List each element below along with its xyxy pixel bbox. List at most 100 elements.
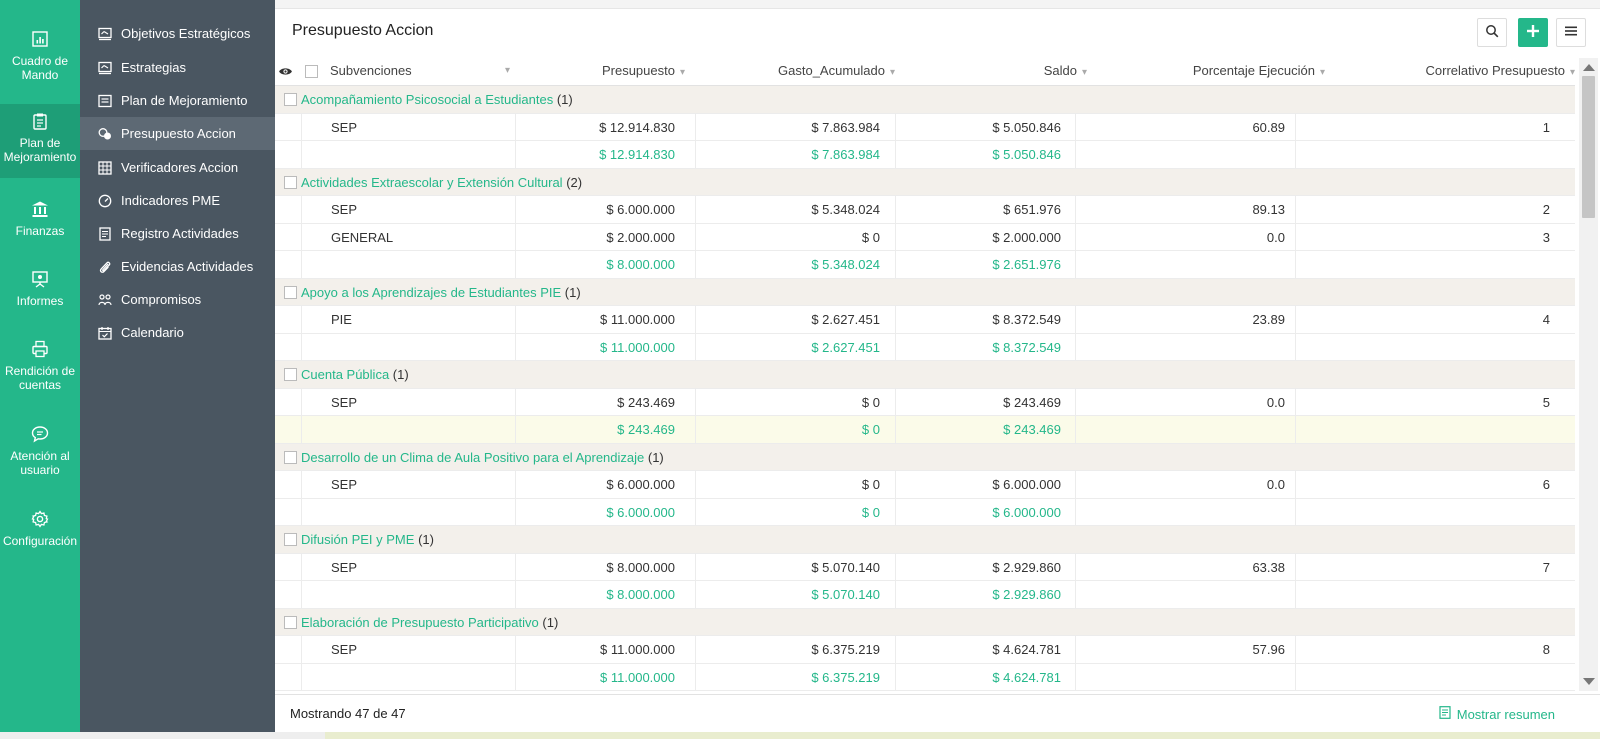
group-name[interactable]: Cuenta Pública [301,367,389,382]
vertical-scrollbar[interactable] [1579,58,1598,691]
group-name[interactable]: Difusión PEI y PME [301,532,414,547]
cell-subvencion: SEP [331,559,358,575]
show-summary-link[interactable]: Mostrar resumen [1439,706,1555,722]
scroll-down-arrow-icon[interactable] [1583,678,1595,685]
column-header-subvenciones[interactable]: Subvenciones [330,56,412,86]
column-header-gasto-acumulado[interactable]: Gasto_Acumulado ▾ [735,56,895,86]
total-saldo: $ 243.469 [1003,422,1061,437]
cell-correlativo: 7 [1542,559,1550,575]
group-row[interactable]: Cuenta Pública (1) [275,361,1575,389]
table-row[interactable]: SEP $ 8.000.000 $ 5.070.140 $ 2.929.860 … [275,553,1575,581]
cell-presupuesto: $ 11.000.000 [600,312,675,327]
clipboard-icon [31,112,49,130]
cell-correlativo: 2 [1542,202,1550,217]
coins-icon [97,126,113,142]
chevron-down-icon[interactable]: ▾ [505,56,510,86]
page-title: Presupuesto Accion [292,22,434,39]
rail-item-label: Atención al usuario [10,449,70,477]
nav-item-indicadores-pme[interactable]: Indicadores PME [80,184,275,217]
group-checkbox[interactable] [284,450,297,464]
total-saldo: $ 4.624.781 [992,669,1061,685]
board-icon [97,26,113,42]
nav-item-calendario[interactable]: Calendario [80,316,275,349]
nav-item-registro-actividades[interactable]: Registro Actividades [80,217,275,250]
group-checkbox[interactable] [284,533,297,546]
cell-saldo: $ 6.000.000 [992,477,1061,492]
table-row[interactable]: SEP $ 6.000.000 $ 0 $ 6.000.000 0.0 6 [275,471,1575,499]
rail-item-rendicion-de-cuentas[interactable]: Rendición de cuentas [0,340,80,392]
nav-item-presupuesto-accion[interactable]: Presupuesto Accion [80,117,275,150]
total-presupuesto: $ 6.000.000 [606,504,675,520]
group-count: (2) [566,174,583,190]
rail-item-informes[interactable]: Informes [0,270,80,308]
table-row[interactable]: SEP $ 12.914.830 $ 7.863.984 $ 5.050.846… [275,113,1575,141]
add-button[interactable] [1518,18,1548,47]
rail-item-configuracion[interactable]: Configuración [0,510,80,548]
cell-porcentaje: 0.0 [1266,229,1285,245]
chevron-down-icon: ▾ [1569,67,1575,78]
group-name[interactable]: Elaboración de Presupuesto Participativo [301,615,539,630]
select-all-checkbox[interactable] [305,56,318,86]
scroll-up-arrow-icon[interactable] [1583,64,1595,71]
cell-subvencion: GENERAL [331,229,394,245]
presentation-icon [31,270,49,288]
cell-presupuesto: $ 8.000.000 [606,559,675,575]
group-checkbox[interactable] [284,615,297,629]
table-row[interactable]: GENERAL $ 2.000.000 $ 0 $ 2.000.000 0.0 … [275,223,1575,251]
cell-correlativo: 4 [1542,312,1550,327]
gauge-icon [97,193,113,209]
table-row[interactable]: PIE $ 11.000.000 $ 2.627.451 $ 8.372.549… [275,306,1575,334]
group-checkbox[interactable] [284,285,297,299]
group-name[interactable]: Acompañamiento Psicosocial a Estudiantes [301,92,553,107]
group-row[interactable]: Difusión PEI y PME (1) [275,526,1575,554]
chart-icon [31,30,49,48]
cell-subvencion: SEP [331,119,358,135]
search-button[interactable] [1477,18,1507,47]
rail-item-cuadro-de-mando[interactable]: Cuadro de Mando [0,30,80,82]
nav-item-objetivos-estrategicos[interactable]: Objetivos Estratégicos [80,17,275,50]
rail-item-label: Finanzas [15,224,65,238]
group-name[interactable]: Apoyo a los Aprendizajes de Estudiantes … [301,285,561,300]
column-header-presupuesto[interactable]: Presupuesto ▾ [575,56,685,86]
nav-item-compromisos[interactable]: Compromisos [80,283,275,316]
nav-item-estrategias[interactable]: Estrategias [80,51,275,84]
group-row[interactable]: Actividades Extraescolar y Extensión Cul… [275,168,1575,196]
cell-porcentaje: 0.0 [1266,477,1285,492]
group-checkbox[interactable] [284,93,297,106]
group-name[interactable]: Desarrollo de un Clima de Aula Positivo … [301,450,644,465]
rail-item-label: Rendición de cuentas [4,364,76,392]
group-name[interactable]: Actividades Extraescolar y Extensión Cul… [301,175,563,190]
nav-item-plan-de-mejoramiento[interactable]: Plan de Mejoramiento [80,84,275,117]
group-count: (1) [564,284,581,300]
cell-saldo: $ 4.624.781 [992,642,1061,657]
group-row[interactable]: Apoyo a los Aprendizajes de Estudiantes … [275,278,1575,306]
column-header-porcentaje-ejecucion[interactable]: Porcentaje Ejecución ▾ [1105,56,1325,86]
nav-item-evidencias-actividades[interactable]: Evidencias Actividades [80,250,275,283]
search-icon [1485,24,1499,41]
total-saldo: $ 6.000.000 [992,504,1061,520]
column-header-correlativo-presupuesto[interactable]: Correlativo Presupuesto ▾ [1335,56,1576,86]
group-row[interactable]: Desarrollo de un Clima de Aula Positivo … [275,443,1575,471]
nav-item-label: Estrategias [121,60,187,75]
cell-presupuesto: $ 6.000.000 [606,477,675,492]
group-row[interactable]: Elaboración de Presupuesto Participativo… [275,608,1575,636]
table-row[interactable]: SEP $ 243.469 $ 0 $ 243.469 0.0 5 [275,388,1575,416]
scrollbar-thumb[interactable] [1582,76,1595,218]
total-gasto: $ 0 [861,422,880,437]
eye-icon[interactable] [278,56,293,86]
group-row[interactable]: Acompañamiento Psicosocial a Estudiantes… [275,86,1575,114]
rail-item-plan-de-mejoramiento[interactable]: Plan de Mejoramiento [0,104,80,178]
menu-button[interactable] [1556,18,1586,47]
column-header-saldo[interactable]: Saldo ▾ [975,56,1087,86]
table-row[interactable]: SEP $ 6.000.000 $ 5.348.024 $ 651.976 89… [275,196,1575,224]
cell-porcentaje: 57.96 [1252,642,1285,657]
rail-item-atencion-al-usuario[interactable]: Atención al usuario [0,425,80,477]
table-footer: Mostrando 47 de 47 Mostrar resumen [275,694,1600,732]
nav-item-verificadores-accion[interactable]: Verificadores Accion [80,151,275,184]
table-row[interactable]: SEP $ 11.000.000 $ 6.375.219 $ 4.624.781… [275,636,1575,664]
group-checkbox[interactable] [284,368,297,381]
group-checkbox[interactable] [284,175,297,189]
rail-item-finanzas[interactable]: Finanzas [0,200,80,238]
cell-saldo: $ 243.469 [1003,394,1061,410]
rail-item-label: Informes [16,294,64,308]
